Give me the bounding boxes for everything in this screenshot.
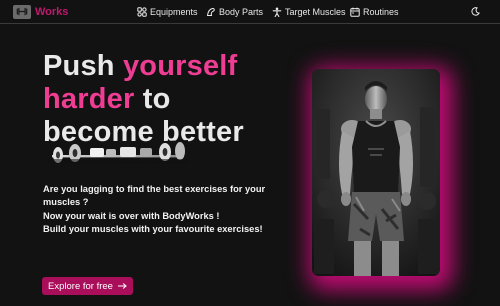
cta-label: Explore for free: [48, 280, 113, 292]
nav-label: Body Parts: [219, 7, 264, 17]
calendar-icon: [350, 7, 360, 17]
moon-icon: [470, 6, 480, 16]
top-navbar: Works Equipments Body Parts Target Muscl…: [0, 0, 500, 24]
nav-body-parts[interactable]: Body Parts: [206, 5, 263, 19]
hero-description: Are you lagging to find the best exercis…: [43, 183, 283, 236]
brand-logo[interactable]: Works: [13, 4, 68, 19]
brand-name: Works: [35, 5, 69, 18]
headline-text: Push: [43, 50, 123, 82]
description-line: Build your muscles with your favourite e…: [43, 223, 263, 234]
headline-highlight: harder: [43, 83, 135, 115]
hero-image-frame: [312, 69, 440, 276]
nav-equipments[interactable]: Equipments: [137, 5, 198, 19]
dumbbell-icon: [13, 4, 31, 19]
hero-headline: Push yourself harder to become better: [43, 50, 293, 149]
nav-routines[interactable]: Routines: [350, 5, 399, 19]
dumbbell-rack-graphic: [48, 140, 188, 166]
nav-label: Routines: [363, 7, 399, 17]
equipment-icon: [137, 7, 147, 17]
bodybuilder-photo: [312, 69, 440, 276]
headline-text: to: [134, 83, 171, 115]
description-line: muscles ?: [43, 197, 89, 208]
body-icon: [206, 7, 215, 16]
nav-target-muscles[interactable]: Target Muscles: [272, 5, 346, 19]
description-line: Are you lagging to find the best exercis…: [43, 184, 266, 194]
nav-label: Equipments: [150, 7, 198, 17]
explore-for-free-button[interactable]: Explore for free: [42, 277, 133, 295]
headline-highlight: yourself: [122, 50, 238, 82]
theme-toggle-button[interactable]: [469, 5, 481, 17]
description-line: Now your wait is over with BodyWorks !: [43, 210, 220, 221]
person-icon: [272, 7, 282, 17]
nav-label: Target Muscles: [285, 7, 346, 17]
arrow-right-icon: [117, 283, 127, 289]
